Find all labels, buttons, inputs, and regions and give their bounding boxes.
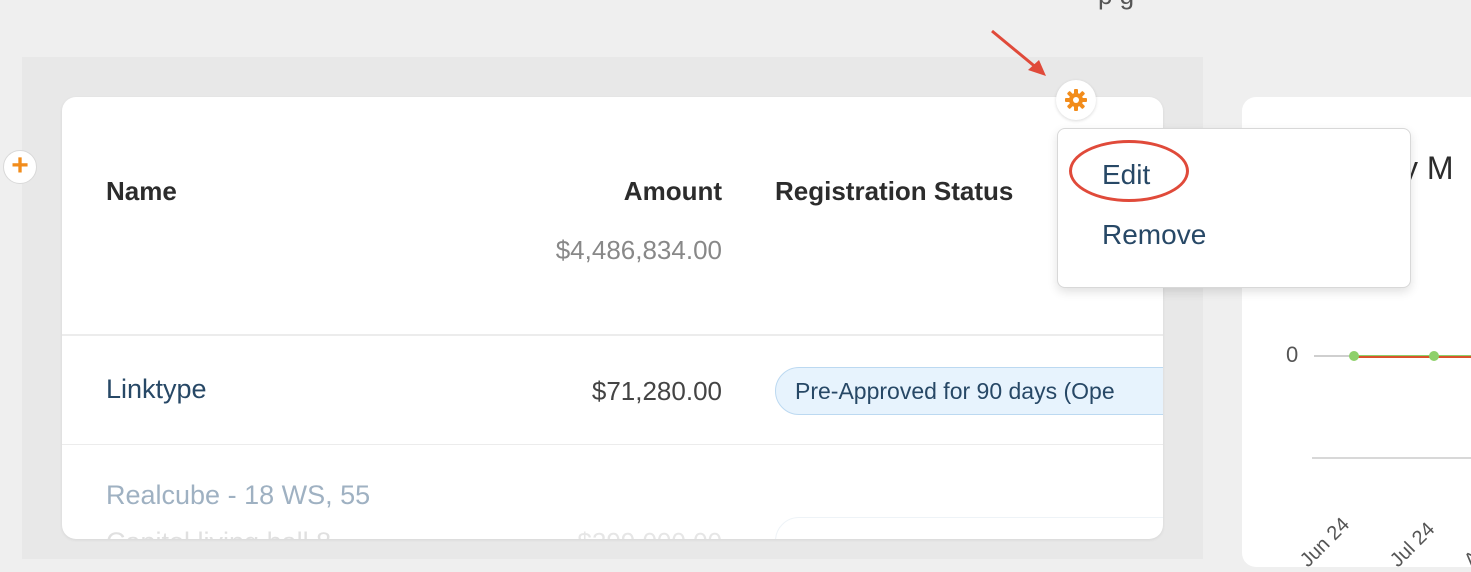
row-amount: $71,280.00 (591, 376, 722, 406)
row-name-link[interactable]: Linktype (106, 374, 207, 405)
data-point (1349, 351, 1359, 361)
header-divider (62, 334, 1163, 336)
status-badge (775, 517, 1163, 539)
add-widget-button[interactable]: + (3, 150, 37, 184)
row-name-line2: Capitol living hall 8 (106, 527, 331, 539)
column-header-amount[interactable]: Amount (624, 176, 722, 207)
chart-lines (1312, 351, 1471, 459)
arrow-icon (991, 29, 1046, 76)
amount-total: $4,486,834.00 (555, 235, 722, 265)
row-amount: $299,000.00 (577, 527, 722, 539)
data-point (1429, 351, 1439, 361)
y-axis-zero-label: 0 (1286, 342, 1299, 367)
registration-table-widget: Name Amount Registration Status $4,486,8… (62, 97, 1163, 539)
column-header-registration-status[interactable]: Registration Status (775, 176, 1013, 207)
annotation-highlight-oval (1069, 140, 1189, 202)
status-badge: Pre-Approved for 90 days (Ope (775, 367, 1163, 415)
plus-icon: + (11, 149, 29, 182)
gear-icon (1065, 89, 1087, 111)
menu-item-remove[interactable]: Remove (1102, 219, 1206, 251)
column-header-name[interactable]: Name (106, 176, 177, 207)
row-name-link[interactable]: Realcube - 18 WS, 55 (106, 480, 370, 511)
widget-settings-button[interactable] (1056, 80, 1096, 120)
top-partial-text: p g (1098, 0, 1134, 11)
row-divider (62, 444, 1163, 445)
